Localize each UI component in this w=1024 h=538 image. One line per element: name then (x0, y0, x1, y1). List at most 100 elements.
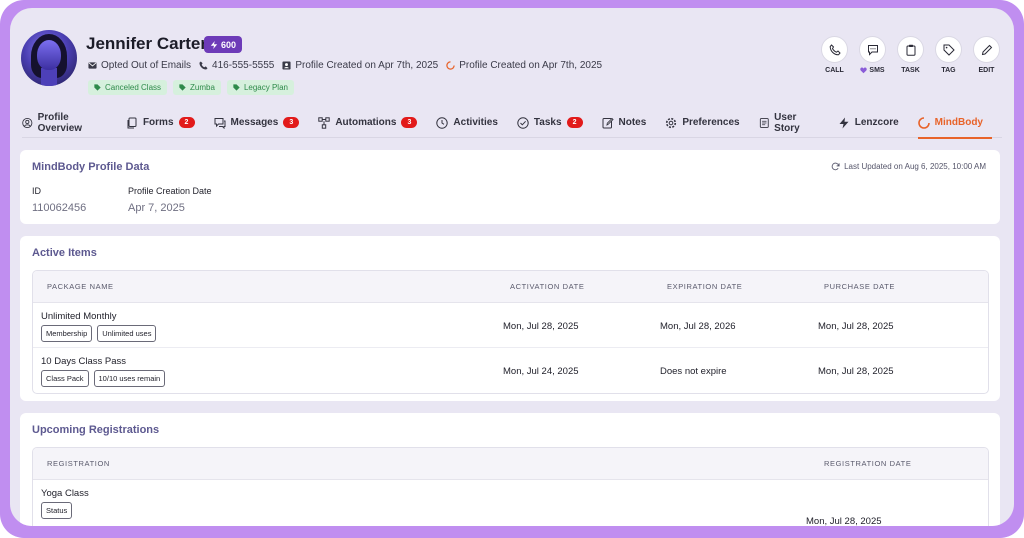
chat-icon (867, 44, 878, 56)
creation-date-value: Apr 7, 2025 (128, 202, 185, 214)
tab-preferences[interactable]: Preferences (665, 108, 748, 138)
mindbody-icon (446, 61, 455, 70)
pencil-icon (981, 44, 992, 55)
automations-count-badge: 3 (401, 117, 418, 128)
tag-chip[interactable]: Zumba (173, 80, 221, 95)
column-header[interactable]: REGISTRATION DATE (824, 459, 911, 468)
tab-automations[interactable]: Automations 3 (318, 108, 426, 138)
app-window: Jennifer Carter 600 Opted Out of Emails … (10, 8, 1014, 526)
task-button[interactable]: TASK (897, 36, 924, 74)
book-icon (759, 117, 769, 128)
mindbody-profile-created: Profile Created on Apr 7th, 2025 (459, 60, 603, 71)
registration-date: Mon, Jul 28, 2025 (806, 516, 882, 526)
tab-tasks[interactable]: Tasks 2 (517, 108, 592, 138)
phone-icon (829, 43, 841, 55)
refresh-icon[interactable] (831, 162, 840, 171)
score-badge: 600 (204, 36, 243, 53)
id-card-icon (282, 61, 291, 70)
tab-messages[interactable]: Messages 3 (214, 108, 309, 138)
table-header: PACKAGE NAME ACTIVATION DATE EXPIRATION … (33, 271, 988, 303)
tab-user-story[interactable]: User Story (759, 108, 828, 138)
registrations-table: REGISTRATION REGISTRATION DATE Yoga Clas… (32, 447, 989, 526)
card-title: Upcoming Registrations (32, 424, 160, 436)
automation-icon (318, 116, 331, 129)
note-icon (602, 117, 614, 128)
tag-icon (943, 44, 955, 56)
call-button[interactable]: CALL (821, 36, 848, 74)
contact-meta: Opted Out of Emails 416-555-5555 Profile… (88, 60, 602, 71)
expiration-date: Does not expire (660, 366, 727, 377)
id-label: ID (32, 186, 41, 196)
check-circle-icon (517, 116, 529, 129)
tab-forms[interactable]: Forms 2 (126, 108, 204, 138)
column-header[interactable]: PURCHASE DATE (824, 282, 895, 291)
phone-number[interactable]: 416-555-5555 (212, 60, 274, 71)
clock-icon (436, 116, 449, 129)
mail-icon (88, 62, 97, 69)
chat-icon (214, 117, 225, 129)
activation-date: Mon, Jul 24, 2025 (503, 366, 579, 377)
expiration-date: Mon, Jul 28, 2026 (660, 321, 736, 332)
tab-profile-overview[interactable]: Profile Overview (22, 108, 116, 138)
tag-chip[interactable]: Legacy Plan (226, 80, 294, 95)
upcoming-registrations-card: Upcoming Registrations REGISTRATION REGI… (20, 413, 1000, 526)
profile-created: Profile Created on Apr 7th, 2025 (295, 60, 439, 71)
last-updated: Last Updated on Aug 6, 2025, 10:00 AM (831, 162, 986, 171)
tab-mindbody[interactable]: MindBody (917, 108, 993, 139)
active-items-card: Active Items PACKAGE NAME ACTIVATION DAT… (20, 236, 1000, 401)
card-title: Active Items (32, 247, 97, 259)
card-title: MindBody Profile Data (32, 161, 150, 173)
package-uses-pill: Unlimited uses (97, 325, 157, 342)
user-circle-icon (22, 117, 33, 128)
email-status: Opted Out of Emails (101, 60, 192, 71)
package-name: Unlimited Monthly (41, 311, 117, 322)
gear-icon (666, 117, 677, 128)
tag-icon (233, 84, 240, 91)
purchase-date: Mon, Jul 28, 2025 (818, 366, 894, 377)
avatar[interactable] (21, 30, 77, 86)
active-items-table: PACKAGE NAME ACTIVATION DATE EXPIRATION … (32, 270, 989, 394)
contact-name: Jennifer Carter (86, 34, 207, 53)
registration-status-pill: Status (41, 502, 73, 519)
sms-button[interactable]: SMS (859, 36, 886, 74)
tag-icon (94, 84, 101, 91)
tag-chip[interactable]: Canceled Class (88, 80, 168, 95)
registration-name: Yoga Class (41, 488, 89, 499)
bolt-icon (210, 40, 218, 49)
purchase-date: Mon, Jul 28, 2025 (818, 321, 894, 332)
creation-date-label: Profile Creation Date (128, 186, 212, 196)
contact-tags: Canceled Class Zumba Legacy Plan (88, 80, 294, 95)
tab-notes[interactable]: Notes (602, 108, 656, 138)
forms-count-badge: 2 (178, 117, 195, 128)
id-value: 110062456 (32, 202, 87, 214)
heart-icon (860, 67, 868, 74)
profile-tabs: Profile Overview Forms 2 Messages 3 Auto… (22, 108, 1002, 139)
package-type-pill: Class Pack (41, 370, 89, 387)
table-row[interactable]: Unlimited Monthly Membership Unlimited u… (33, 303, 988, 348)
table-row[interactable]: 10 Days Class Pass Class Pack 10/10 uses… (33, 348, 988, 393)
package-name: 10 Days Class Pass (41, 356, 127, 367)
mindbody-profile-card: MindBody Profile Data Last Updated on Au… (20, 150, 1000, 224)
tag-button[interactable]: TAG (935, 36, 962, 74)
column-header[interactable]: PACKAGE NAME (47, 282, 114, 291)
tasks-count-badge: 2 (566, 117, 583, 128)
tab-lenzcore[interactable]: Lenzcore (838, 108, 908, 138)
score-value: 600 (221, 39, 237, 50)
quick-actions: CALL SMS TASK TAG EDIT (821, 36, 1000, 74)
mindbody-icon (917, 116, 930, 129)
table-header: REGISTRATION REGISTRATION DATE (33, 448, 988, 480)
activation-date: Mon, Jul 28, 2025 (503, 321, 579, 332)
forms-icon (127, 117, 137, 128)
package-uses-pill: 10/10 uses remain (93, 370, 166, 387)
edit-button[interactable]: EDIT (973, 36, 1000, 74)
messages-count-badge: 3 (283, 117, 300, 128)
column-header[interactable]: REGISTRATION (47, 459, 110, 468)
phone-icon (199, 61, 208, 70)
clipboard-icon (906, 44, 915, 56)
bolt-icon (839, 117, 849, 128)
tab-activities[interactable]: Activities (436, 108, 506, 138)
tag-icon (179, 84, 186, 91)
column-header[interactable]: EXPIRATION DATE (667, 282, 742, 291)
column-header[interactable]: ACTIVATION DATE (510, 282, 584, 291)
package-type-pill: Membership (41, 325, 93, 342)
